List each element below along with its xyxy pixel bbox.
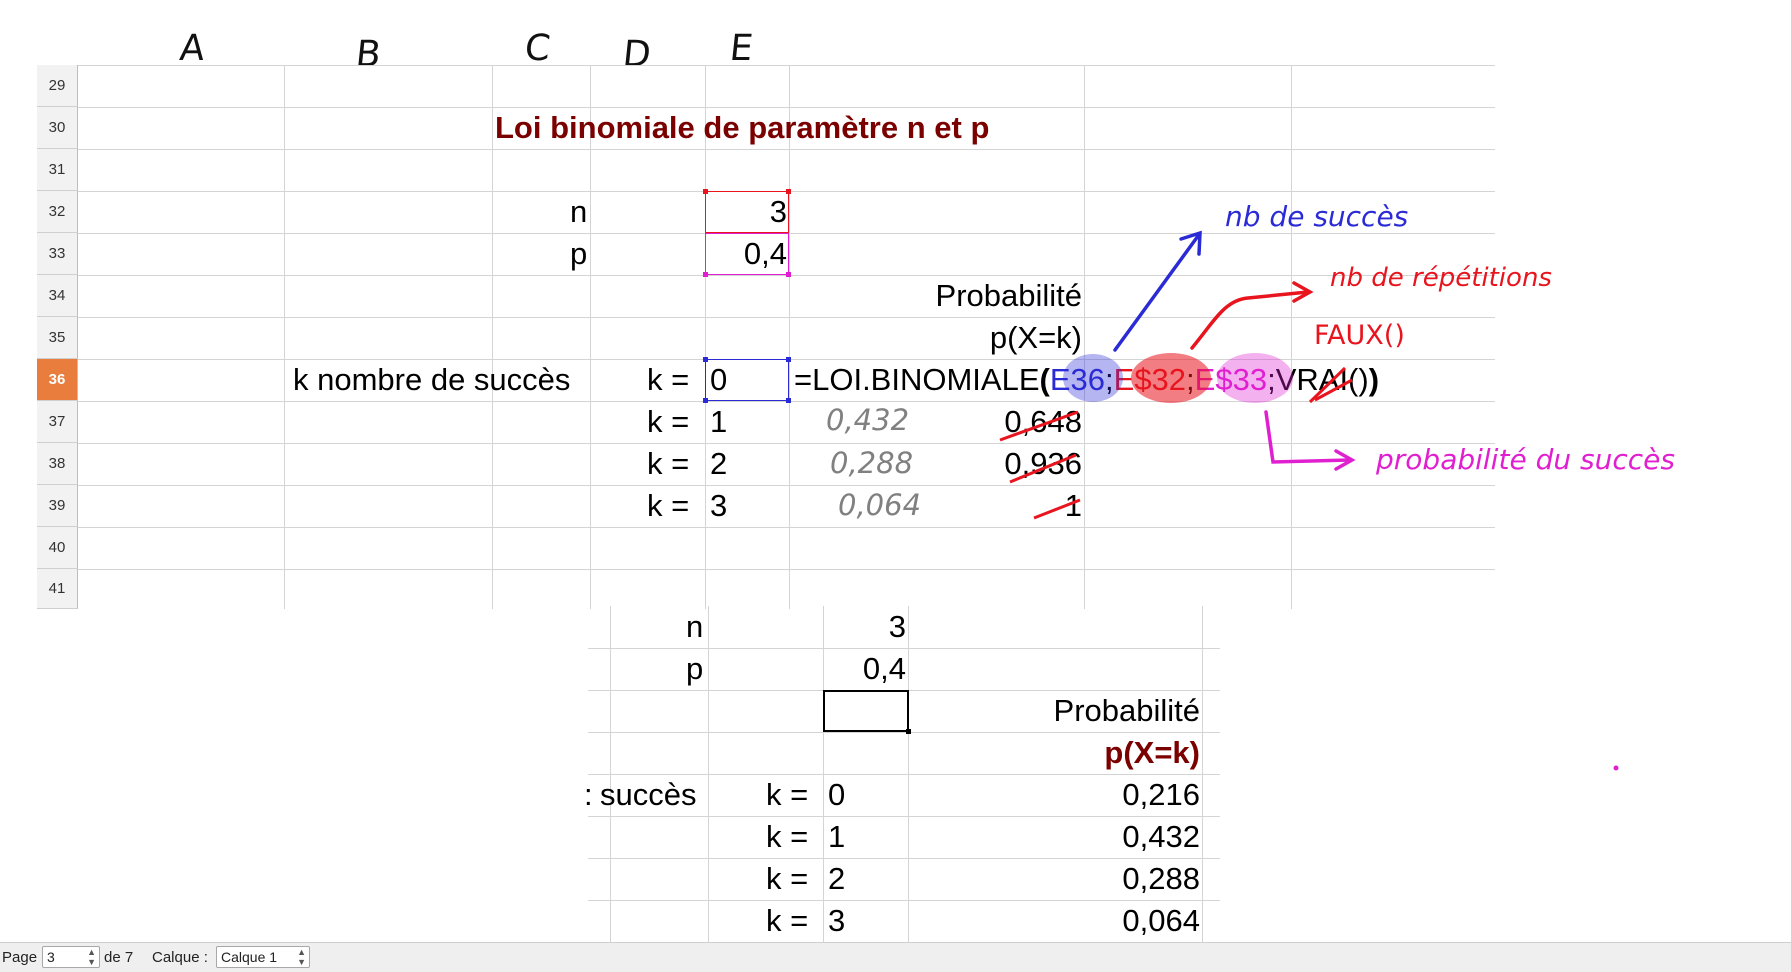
note-nb-repetitions: nb de répétitions <box>1330 263 1552 293</box>
prob-value-cell[interactable]: 0,432 <box>968 816 1200 858</box>
highlight-blob-magenta <box>1217 353 1293 403</box>
spinner-arrows-icon[interactable]: ▲ ▼ <box>297 947 306 967</box>
note-nb-succes: nb de succès <box>1225 200 1409 233</box>
k-value-cell[interactable]: 2 <box>828 858 845 900</box>
k-value-cell[interactable]: 0 <box>828 774 845 816</box>
gridline <box>1202 606 1203 942</box>
result-table: n 3 p 0,4 Probabilité p(X=k) : succès k … <box>584 606 1220 942</box>
n-value-cell[interactable]: 3 <box>824 606 906 648</box>
highlight-blob-red <box>1131 353 1211 403</box>
stray-dot <box>1613 765 1619 771</box>
layer-spinner-value: Calque 1 <box>221 949 278 965</box>
k-caption: succès <box>600 777 697 812</box>
strike-value <box>1009 453 1077 484</box>
k-label: k = <box>766 819 809 854</box>
handwritten-value: 0,432 <box>826 403 910 437</box>
prob-header-line2: p(X=k) <box>1104 735 1200 770</box>
prob-value-cell[interactable]: 0,288 <box>968 858 1200 900</box>
status-bar: Page 3 ▲ ▼ de 7 Calque : Calque 1 ▲ ▼ <box>0 942 1791 972</box>
highlight-blob-blue <box>1063 354 1123 402</box>
p-label: p <box>686 651 704 686</box>
note-faux: FAUX() <box>1314 320 1405 351</box>
layer-spinner[interactable]: Calque 1 ▲ ▼ <box>216 946 310 968</box>
prob-value-cell[interactable]: 0,064 <box>968 900 1200 942</box>
layer-label: Calque : <box>152 949 208 966</box>
arrow-magenta <box>1264 410 1352 464</box>
fill-handle[interactable] <box>906 729 911 734</box>
page-spinner-value: 3 <box>47 949 55 965</box>
spinner-arrows-icon[interactable]: ▲ ▼ <box>87 947 96 967</box>
page-spinner[interactable]: 3 ▲ ▼ <box>42 946 100 968</box>
handwritten-value: 0,288 <box>830 446 914 480</box>
note-proba-succes: probabilité du succès <box>1376 443 1675 476</box>
arrow-red <box>1190 290 1310 350</box>
k-label: k = <box>766 777 809 812</box>
page-label: Page <box>2 949 38 966</box>
n-label: n <box>686 609 704 644</box>
prob-value-cell[interactable]: 0,216 <box>968 774 1200 816</box>
k-caption-cut: : <box>584 777 593 812</box>
gridline <box>708 606 709 942</box>
k-label: k = <box>766 861 809 896</box>
k-label: k = <box>766 903 809 938</box>
prob-header-line1: Probabilité <box>1053 693 1200 728</box>
k-value-cell[interactable]: 3 <box>828 900 845 942</box>
strike-value <box>999 410 1079 442</box>
handwritten-value: 0,064 <box>838 488 922 522</box>
gridline <box>908 606 909 942</box>
strike-value <box>1033 498 1081 520</box>
p-value-cell[interactable]: 0,4 <box>824 648 906 690</box>
cell-cursor[interactable] <box>823 690 909 732</box>
k-value-cell[interactable]: 1 <box>828 816 845 858</box>
page-count: de 7 <box>104 949 134 966</box>
arrow-blue <box>1113 234 1200 352</box>
